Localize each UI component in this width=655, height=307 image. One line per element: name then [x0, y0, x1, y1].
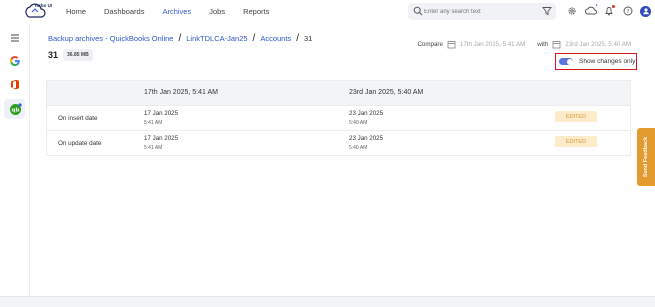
filter-icon[interactable]: [542, 6, 552, 16]
breadcrumb-current: 31: [303, 34, 313, 43]
top-bar: Turbo UI Home Dashboards Archives Jobs R…: [0, 0, 655, 24]
from-date: 17 Jan 2025: [144, 135, 179, 142]
compare-label: Compare: [417, 41, 443, 48]
notification-dot-icon: [612, 5, 615, 8]
compare-bar: Compare 17th Jan 2025, 5:41 AM with 23rd…: [417, 40, 631, 49]
status-badge: EDITED: [555, 136, 597, 147]
to-time: 5:40 AM: [349, 120, 368, 126]
user-avatar-icon[interactable]: [640, 5, 651, 17]
breadcrumb-link-accounts[interactable]: Accounts: [260, 34, 291, 43]
search-box: [408, 3, 556, 20]
breadcrumb-separator: /: [178, 33, 182, 44]
nav-dashboards[interactable]: Dashboards: [104, 7, 144, 16]
footer-bar: [0, 296, 655, 307]
show-changes-toggle-box: Show changes only: [555, 53, 637, 70]
breadcrumb: Backup archives - QuickBooks Online / Li…: [48, 33, 312, 44]
nav-archives[interactable]: Archives: [162, 7, 191, 16]
size-badge: 36.85 MB: [63, 49, 93, 61]
nav-jobs[interactable]: Jobs: [209, 7, 225, 16]
cloud-icon[interactable]: ●: [584, 3, 598, 17]
hamburger-menu-icon[interactable]: [7, 30, 23, 46]
svg-text:?: ?: [626, 9, 629, 15]
table-row: On insert date 17 Jan 2025 5:41 AM 23 Ja…: [47, 105, 630, 130]
send-feedback-label: Send Feedback: [643, 136, 650, 178]
cloud-badge-icon: ●: [595, 3, 598, 7]
bell-icon[interactable]: [603, 5, 615, 17]
google-icon[interactable]: [7, 53, 23, 69]
table-header: 17th Jan 2025, 5:41 AM 23rd Jan 2025, 5:…: [47, 81, 630, 105]
svg-text:qb: qb: [11, 107, 19, 113]
search-icon: [413, 6, 423, 16]
breadcrumb-separator: /: [252, 33, 256, 44]
row-label: On update date: [58, 139, 102, 147]
breadcrumb-link-archive[interactable]: LinkTDLCA-Jan25: [186, 34, 247, 43]
nav-home[interactable]: Home: [66, 7, 86, 16]
compare-to-date[interactable]: 23rd Jan 2025, 5:40 AM: [565, 41, 631, 48]
status-badge: EDITED: [555, 111, 597, 122]
to-date: 23 Jan 2025: [349, 110, 384, 117]
show-changes-label: Show changes only: [579, 58, 636, 65]
show-changes-switch[interactable]: [559, 58, 573, 65]
help-icon[interactable]: ?: [622, 5, 634, 17]
office-icon[interactable]: [7, 76, 23, 92]
settings-icon[interactable]: [566, 5, 578, 17]
compare-table: 17th Jan 2025, 5:41 AM 23rd Jan 2025, 5:…: [46, 80, 631, 156]
calendar-icon[interactable]: [552, 40, 561, 49]
breadcrumb-link-archives[interactable]: Backup archives - QuickBooks Online: [48, 34, 173, 43]
table-row: On update date 17 Jan 2025 5:41 AM 23 Ja…: [47, 130, 630, 155]
row-label: On insert date: [58, 114, 98, 122]
compare-with-label: with: [537, 41, 549, 48]
from-date: 17 Jan 2025: [144, 110, 179, 117]
search-input[interactable]: [424, 5, 536, 18]
header-icons: ● ?: [566, 3, 651, 17]
from-time: 5:41 AM: [144, 120, 163, 126]
side-rail: qb: [0, 24, 30, 307]
quickbooks-icon[interactable]: qb: [7, 101, 23, 117]
send-feedback-button[interactable]: Send Feedback: [637, 128, 655, 186]
page-title: 31: [48, 50, 59, 60]
from-time: 5:41 AM: [144, 145, 163, 151]
to-time: 5:40 AM: [349, 145, 368, 151]
column-header-from: 17th Jan 2025, 5:41 AM: [144, 89, 218, 96]
main-nav: Home Dashboards Archives Jobs Reports: [66, 7, 287, 16]
logo-text: Turbo UI: [34, 3, 53, 8]
calendar-icon[interactable]: [447, 40, 456, 49]
to-date: 23 Jan 2025: [349, 135, 384, 142]
column-header-to: 23rd Jan 2025, 5:40 AM: [349, 89, 424, 96]
compare-from-date[interactable]: 17th Jan 2025, 5:41 AM: [460, 41, 525, 48]
nav-reports[interactable]: Reports: [243, 7, 269, 16]
breadcrumb-separator: /: [296, 33, 299, 44]
